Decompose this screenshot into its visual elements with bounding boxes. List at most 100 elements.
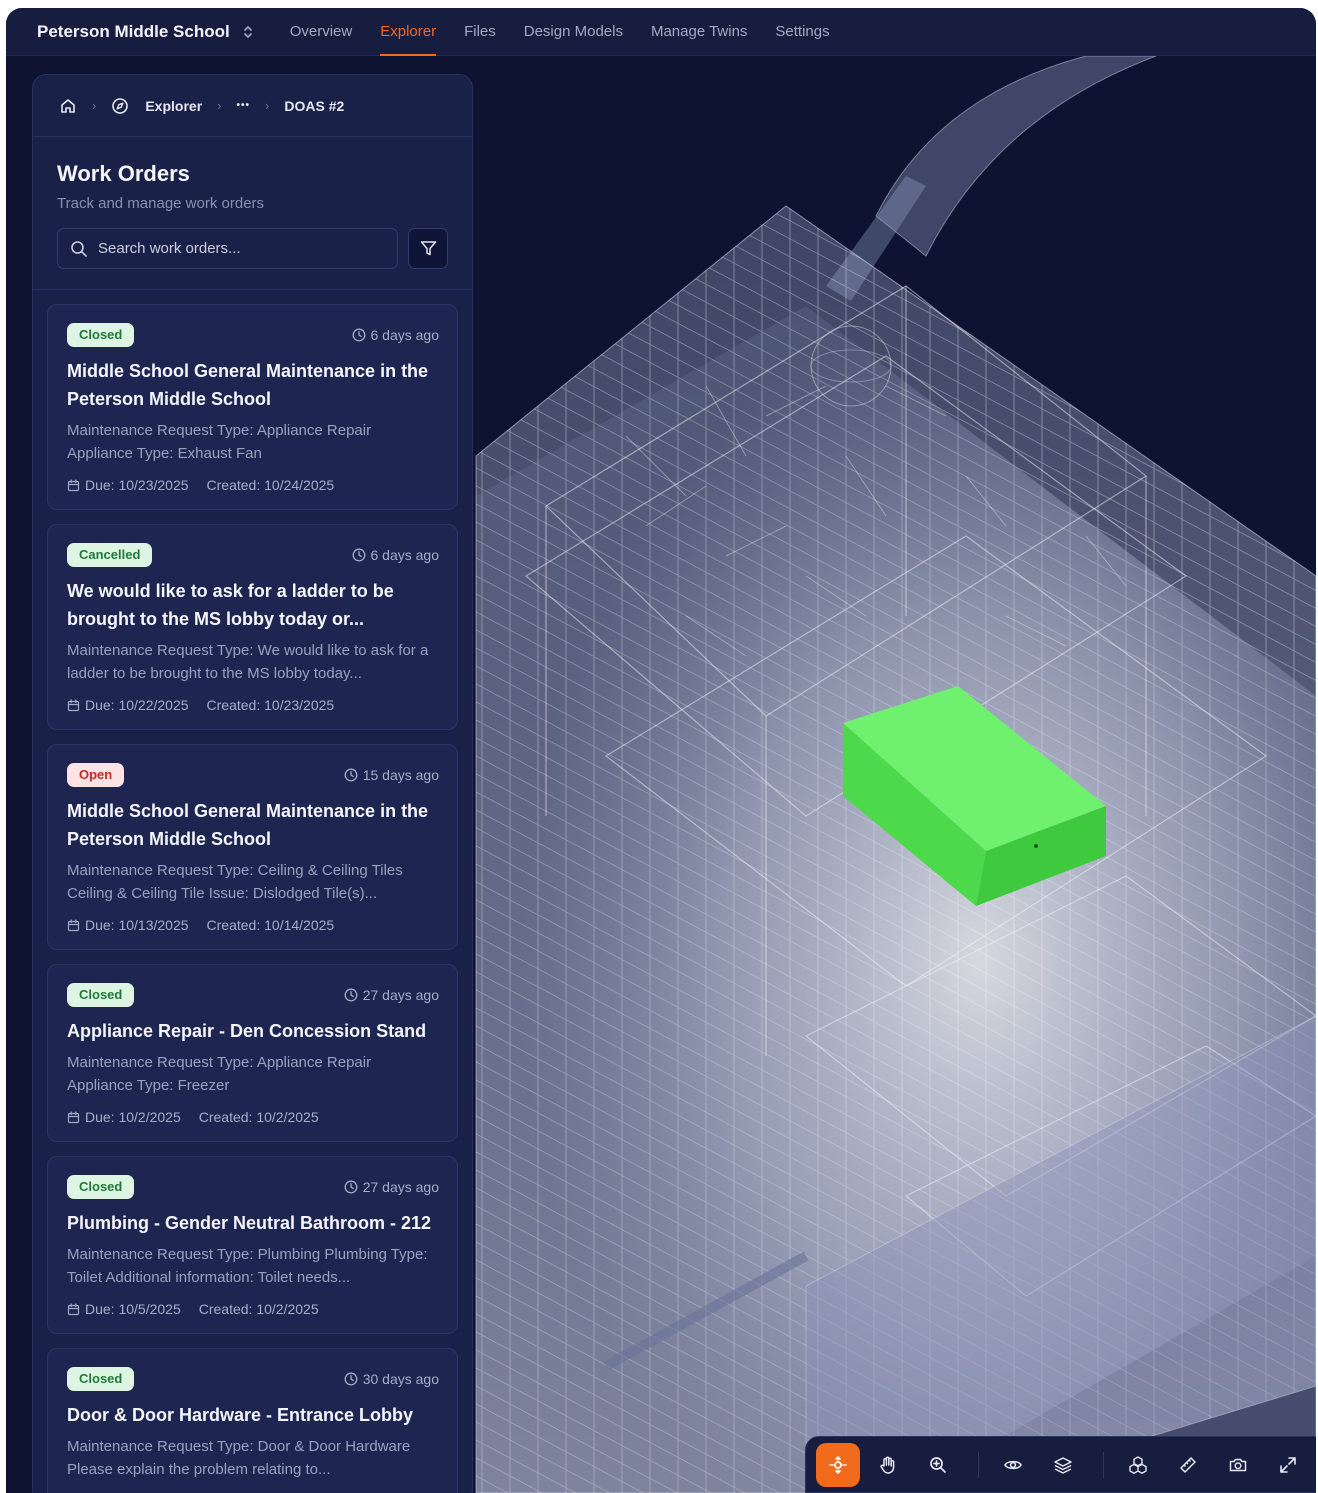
tab-design-models[interactable]: Design Models — [510, 8, 637, 56]
filter-button[interactable] — [408, 228, 448, 269]
age-label: 6 days ago — [352, 547, 440, 563]
clock-icon — [352, 548, 365, 562]
work-order-dates: Due: 10/2/2025 Created: 10/2/2025 — [67, 1109, 439, 1141]
status-badge: Closed — [67, 323, 135, 347]
app-window: Peterson Middle School Overview Explorer… — [6, 8, 1316, 1493]
work-orders-panel: › Explorer › ••• › DOAS #2 Work Orders T… — [32, 74, 473, 1493]
status-badge: Closed — [67, 1367, 135, 1391]
work-order-description: Maintenance Request Type: Plumbing Plumb… — [67, 1246, 428, 1286]
status-badge: Closed — [67, 1175, 135, 1199]
work-order-card[interactable]: Closed 27 days ago Plumbing - Gender Neu… — [47, 1156, 458, 1334]
search-box[interactable] — [57, 228, 398, 269]
age-label: 30 days ago — [344, 1371, 439, 1387]
model-tree-icon — [1129, 1455, 1147, 1474]
age-label: 6 days ago — [352, 327, 440, 343]
calendar-icon — [67, 918, 80, 931]
due-date: Due: 10/5/2025 — [85, 1301, 181, 1317]
created-date: Created: 10/24/2025 — [206, 477, 335, 493]
project-switcher[interactable]: Peterson Middle School — [37, 22, 254, 42]
age-text: 6 days ago — [370, 547, 440, 563]
due-date: Due: 10/23/2025 — [85, 477, 189, 493]
work-order-list: Closed 6 days ago Middle School General … — [33, 289, 472, 1493]
calendar-icon — [67, 698, 80, 711]
project-name: Peterson Middle School — [37, 21, 230, 41]
age-text: 6 days ago — [370, 327, 440, 343]
pan-hand-icon — [880, 1456, 895, 1474]
zoom-tool-button[interactable] — [916, 1443, 960, 1487]
age-text: 27 days ago — [362, 1179, 439, 1195]
breadcrumb-explorer-label: Explorer — [145, 97, 203, 114]
panel-title: Work Orders — [57, 161, 190, 186]
work-order-title: Middle School General Maintenance in the… — [67, 361, 429, 409]
work-order-card[interactable]: Closed 30 days ago Door & Door Hardware … — [47, 1348, 458, 1493]
work-order-card[interactable]: Closed 6 days ago Middle School General … — [47, 304, 458, 510]
chevron-right-icon: › — [265, 98, 270, 113]
chevron-up-down-icon — [243, 25, 252, 38]
panel-subtitle: Track and manage work orders — [57, 195, 265, 212]
visibility-tool-button[interactable] — [991, 1443, 1035, 1487]
compass-icon — [112, 97, 129, 114]
tab-overview[interactable]: Overview — [276, 8, 367, 56]
clock-icon — [344, 768, 358, 782]
work-order-dates: Due: 10/5/2025 Created: 10/2/2025 — [67, 1301, 439, 1333]
calendar-icon — [67, 478, 80, 491]
tab-settings[interactable]: Settings — [761, 8, 843, 56]
measure-tool-button[interactable] — [1166, 1443, 1210, 1487]
pan-tool-button[interactable] — [866, 1443, 910, 1487]
age-text: 30 days ago — [362, 1371, 439, 1387]
age-text: 15 days ago — [362, 767, 439, 783]
work-order-title: Appliance Repair - Den Concession Stand — [67, 1021, 427, 1041]
toolbar-divider — [1103, 1451, 1104, 1478]
work-order-description: Maintenance Request Type: We would like … — [67, 642, 429, 682]
home-icon — [61, 98, 75, 113]
clock-icon — [344, 1372, 358, 1386]
card-header: Closed 27 days ago — [67, 983, 439, 1007]
work-order-description: Maintenance Request Type: Door & Door Ha… — [67, 1438, 411, 1478]
created-date: Created: 10/23/2025 — [206, 697, 335, 713]
measure-ruler-icon — [1180, 1456, 1196, 1473]
due-date: Due: 10/2/2025 — [85, 1109, 181, 1125]
card-header: Open 15 days ago — [67, 763, 439, 787]
created-date: Created: 10/2/2025 — [198, 1301, 319, 1317]
work-order-card[interactable]: Cancelled 6 days ago We would like to as… — [47, 524, 458, 730]
work-order-card[interactable]: Open 15 days ago Middle School General M… — [47, 744, 458, 950]
card-header: Closed 30 days ago — [67, 1367, 439, 1391]
tab-manage-twins[interactable]: Manage Twins — [637, 8, 761, 56]
search-icon — [71, 240, 87, 257]
layers-tool-button[interactable] — [1041, 1443, 1085, 1487]
status-badge: Closed — [67, 983, 135, 1007]
clock-icon — [344, 1180, 358, 1194]
breadcrumb-home[interactable] — [59, 97, 77, 115]
work-order-dates: Due: 10/13/2025 Created: 10/14/2025 — [67, 917, 439, 949]
due-date: Due: 10/22/2025 — [85, 697, 189, 713]
clock-icon — [344, 988, 358, 1002]
age-label: 27 days ago — [344, 1179, 439, 1195]
camera-icon — [1229, 1458, 1247, 1471]
work-order-title: Door & Door Hardware - Entrance Lobby — [67, 1405, 414, 1425]
age-label: 27 days ago — [344, 987, 439, 1003]
fullscreen-tool-button[interactable] — [1266, 1443, 1310, 1487]
layers-icon — [1054, 1456, 1072, 1474]
card-header: Closed 27 days ago — [67, 1175, 439, 1199]
fullscreen-icon — [1280, 1456, 1296, 1473]
tab-explorer[interactable]: Explorer — [366, 8, 450, 56]
clock-icon — [352, 328, 365, 342]
work-order-title: Middle School General Maintenance in the… — [67, 801, 429, 849]
orbit-tool-button[interactable] — [816, 1442, 860, 1487]
work-order-title: We would like to ask for a ladder to be … — [67, 581, 394, 629]
card-header: Closed 6 days ago — [67, 323, 439, 347]
model-tree-tool-button[interactable] — [1116, 1443, 1160, 1487]
screenshot-tool-button[interactable] — [1216, 1443, 1260, 1487]
breadcrumb-explorer[interactable]: Explorer — [111, 97, 202, 115]
calendar-icon — [67, 1110, 80, 1123]
age-text: 27 days ago — [362, 987, 439, 1003]
work-order-card[interactable]: Closed 27 days ago Appliance Repair - De… — [47, 964, 458, 1142]
viewer-toolbar — [805, 1436, 1316, 1493]
breadcrumb-ellipsis[interactable]: ••• — [237, 100, 251, 111]
visibility-eye-icon — [1004, 1460, 1022, 1469]
card-header: Cancelled 6 days ago — [67, 543, 439, 567]
work-order-dates: Due: 10/22/2025 Created: 10/23/2025 — [67, 697, 439, 729]
search-input[interactable] — [98, 240, 358, 257]
tab-files[interactable]: Files — [450, 8, 510, 56]
breadcrumb-current: DOAS #2 — [284, 97, 345, 114]
